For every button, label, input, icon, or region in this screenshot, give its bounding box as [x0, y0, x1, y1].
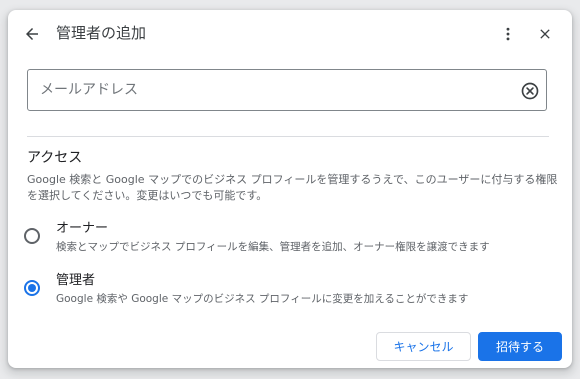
access-option-owner[interactable]: オーナー 検索とマップでビジネス プロフィールを編集、管理者を追加、オーナー権限…	[22, 219, 552, 255]
back-button[interactable]	[16, 18, 48, 50]
email-field	[27, 69, 547, 111]
close-icon	[540, 29, 550, 39]
more-options-button[interactable]	[492, 18, 524, 50]
owner-description: 検索とマップでビジネス プロフィールを編集、管理者を追加、オーナー権限を譲渡でき…	[56, 241, 490, 253]
email-input[interactable]	[40, 79, 500, 101]
access-option-manager[interactable]: 管理者 Google 検索や Google マップのビジネス プロフィールに変更…	[22, 271, 552, 307]
divider	[27, 136, 549, 137]
arrow-back-icon	[26, 28, 38, 40]
manager-description: Google 検索や Google マップのビジネス プロフィールに変更を加える…	[56, 293, 469, 305]
add-manager-dialog: 管理者の追加 アクセス Google 検索と Google マップでのビジネス …	[8, 10, 572, 368]
more-vert-icon	[506, 27, 510, 41]
clear-circle-icon	[521, 82, 539, 100]
dialog-title: 管理者の追加	[56, 24, 147, 42]
cancel-button[interactable]: キャンセル	[376, 332, 471, 361]
owner-radio[interactable]	[24, 228, 40, 244]
close-button[interactable]	[529, 18, 561, 50]
access-section-title: アクセス	[27, 150, 83, 166]
manager-label: 管理者	[56, 273, 96, 288]
clear-email-button[interactable]	[519, 80, 541, 102]
manager-radio[interactable]	[24, 280, 40, 296]
owner-label: オーナー	[56, 221, 109, 236]
access-description: Google 検索と Google マップでのビジネス プロフィールを管理するう…	[27, 173, 558, 202]
invite-button[interactable]: 招待する	[478, 332, 562, 361]
